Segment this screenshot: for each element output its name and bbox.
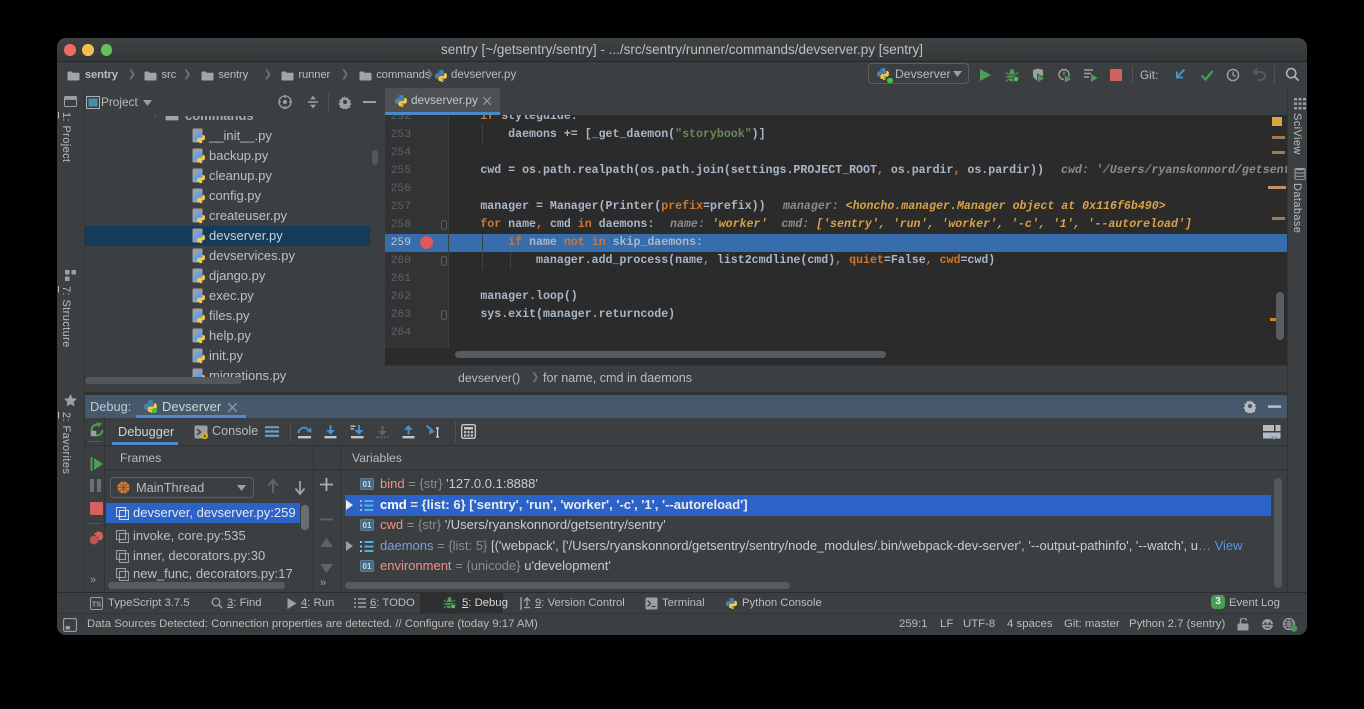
svg-text:01: 01: [363, 480, 372, 489]
svg-text:01: 01: [363, 562, 372, 571]
svg-text:TS: TS: [92, 599, 102, 608]
svg-text:01: 01: [363, 521, 372, 530]
